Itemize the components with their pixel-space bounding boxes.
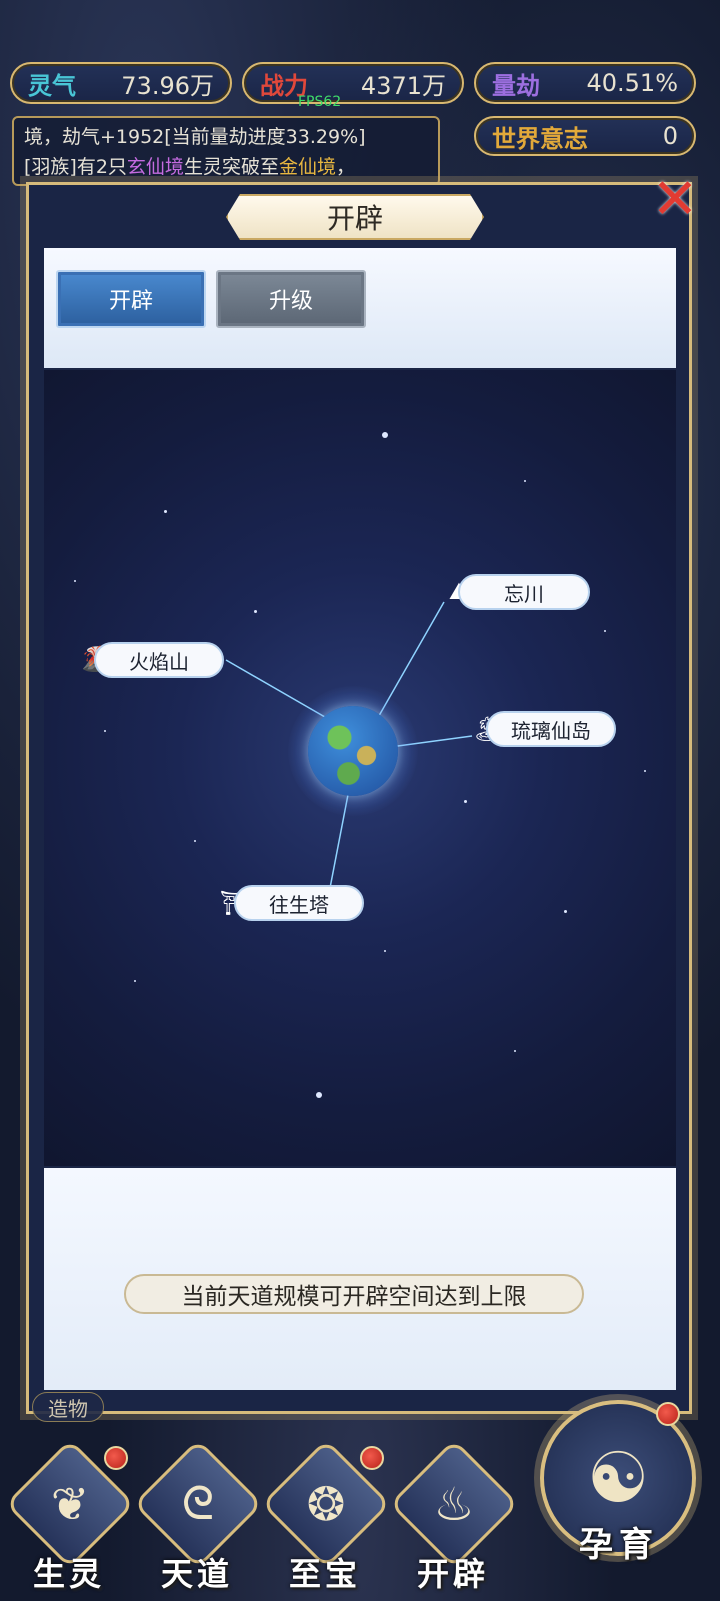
tab-strip: 开辟 升级 — [44, 248, 676, 368]
nav-shengling[interactable]: ❦ 生灵 — [4, 1438, 136, 1594]
nav-label: 天道 — [160, 1555, 233, 1593]
notification-dot-icon — [360, 1446, 384, 1470]
log-line-2: [羽族]有2只玄仙境生灵突破至金仙境， — [24, 152, 428, 182]
zhanli-stat[interactable]: 战力 4371万 — [242, 62, 464, 104]
heaven-swirl-icon: ᘓ — [181, 1476, 215, 1530]
nav-label: 至宝 — [288, 1555, 361, 1593]
nav-zhibao[interactable]: ❂ 至宝 — [260, 1438, 392, 1594]
breed-button[interactable]: ☯ 孕育 — [540, 1400, 696, 1596]
treasure-icon: ❂ — [306, 1477, 346, 1531]
world-will-stat[interactable]: 世界意志 0 — [474, 116, 696, 156]
log-line-1: 境，劫气+1952[当前量劫进度33.29%] — [24, 126, 366, 148]
creation-tag[interactable]: 造物 — [32, 1392, 104, 1422]
fps-counter: FPS62 — [298, 94, 342, 110]
log-segment-realm: 金仙境 — [278, 156, 336, 178]
tab-upgrade[interactable]: 升级 — [216, 270, 366, 328]
breed-label: 孕育 — [579, 1524, 659, 1565]
liangjie-stat[interactable]: 量劫 40.51% — [474, 62, 696, 104]
capacity-notice: 当前天道规模可开辟空间达到上限 — [124, 1274, 584, 1314]
create-flame-icon: ♨ — [433, 1477, 475, 1531]
notification-dot-icon — [104, 1446, 128, 1470]
world-will-value: 0 — [662, 122, 678, 150]
log-segment: ， — [335, 156, 355, 178]
lingqi-label: 灵气 — [28, 71, 76, 100]
liangjie-label: 量劫 — [492, 71, 540, 100]
location-huoyanshan[interactable]: 火焰山 — [94, 642, 224, 678]
location-wangchuan[interactable]: 忘川 — [458, 574, 590, 610]
location-wangshengta[interactable]: 往生塔 — [234, 885, 364, 921]
world-will-label: 世界意志 — [492, 124, 588, 153]
log-segment-realm: 玄仙境 — [126, 156, 184, 178]
lingqi-value: 73.96万 — [121, 71, 214, 100]
event-log[interactable]: 境，劫气+1952[当前量劫进度33.29%] [羽族]有2只玄仙境生灵突破至金… — [12, 116, 440, 186]
zhanli-value: 4371万 — [360, 71, 446, 100]
panel-title: 开辟 — [226, 194, 484, 240]
creature-icon: ❦ — [50, 1477, 90, 1531]
nav-tiandao[interactable]: ᘓ 天道 — [132, 1438, 264, 1594]
nav-label: 开辟 — [416, 1555, 489, 1593]
liangjie-value: 40.51% — [586, 69, 678, 97]
log-segment: 生灵突破至 — [183, 156, 279, 178]
close-x-icon[interactable]: ✕ — [644, 167, 706, 232]
tab-create[interactable]: 开辟 — [56, 270, 206, 328]
nav-kaipi[interactable]: ♨ 开辟 — [388, 1438, 520, 1594]
nav-label: 生灵 — [32, 1555, 105, 1593]
notification-dot-icon — [656, 1402, 680, 1426]
location-liulixiandao[interactable]: 琉璃仙岛 — [486, 711, 616, 747]
log-segment: [羽族]有2只 — [24, 156, 127, 178]
lingqi-stat[interactable]: 灵气 73.96万 — [10, 62, 232, 104]
earth-globe-icon — [308, 706, 398, 796]
world-planet[interactable] — [288, 686, 418, 816]
starfield-map: ⛰ 忘川 🌋 火焰山 🏝 琉璃仙岛 ⛩ 往生塔 — [44, 370, 676, 1166]
